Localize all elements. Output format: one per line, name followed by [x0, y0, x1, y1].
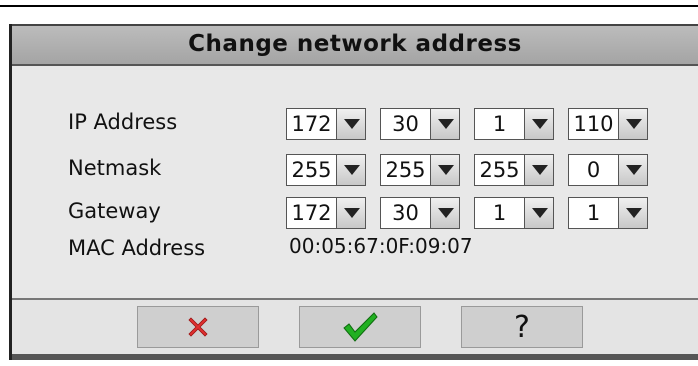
netmask-octet-1-value: 255	[286, 154, 336, 186]
ip-octet-1-value: 172	[286, 108, 336, 140]
netmask-octet-4-value: 0	[568, 154, 618, 186]
button-bar: ?	[12, 298, 698, 360]
help-icon: ?	[514, 309, 530, 345]
ip-octet-4-value: 110	[568, 108, 618, 140]
ip-octet-3-value: 1	[474, 108, 524, 140]
chevron-down-icon[interactable]	[618, 154, 648, 186]
mac-address-label: MAC Address	[68, 236, 206, 260]
netmask-octet-1-select[interactable]: 255	[286, 154, 366, 186]
gateway-octet-3-value: 1	[474, 197, 524, 229]
ip-octet-1-select[interactable]: 172	[286, 108, 366, 140]
top-rule	[0, 5, 698, 7]
chevron-down-icon[interactable]	[618, 108, 648, 140]
ip-octet-2-value: 30	[380, 108, 430, 140]
netmask-octet-3-value: 255	[474, 154, 524, 186]
ok-button[interactable]	[299, 306, 421, 348]
ip-octet-2-select[interactable]: 30	[380, 108, 460, 140]
netmask-octet-2-select[interactable]: 255	[380, 154, 460, 186]
gateway-label: Gateway	[68, 199, 161, 223]
change-network-dialog: Change network address IP Address 172 30…	[9, 24, 698, 360]
gateway-octet-4-value: 1	[568, 197, 618, 229]
netmask-label: Netmask	[68, 156, 162, 180]
footer-edge	[12, 354, 698, 360]
chevron-down-icon[interactable]	[336, 108, 366, 140]
chevron-down-icon[interactable]	[336, 154, 366, 186]
chevron-down-icon[interactable]	[430, 154, 460, 186]
chevron-down-icon[interactable]	[524, 197, 554, 229]
gateway-octet-3-select[interactable]: 1	[474, 197, 554, 229]
gateway-octet-2-select[interactable]: 30	[380, 197, 460, 229]
ip-address-label: IP Address	[68, 110, 178, 134]
gateway-octet-1-value: 172	[286, 197, 336, 229]
checkmark-icon	[343, 312, 378, 342]
chevron-down-icon[interactable]	[524, 154, 554, 186]
gateway-octet-2-value: 30	[380, 197, 430, 229]
ip-octet-4-select[interactable]: 110	[568, 108, 648, 140]
chevron-down-icon[interactable]	[524, 108, 554, 140]
chevron-down-icon[interactable]	[430, 197, 460, 229]
gateway-octet-1-select[interactable]: 172	[286, 197, 366, 229]
cancel-button[interactable]	[137, 306, 259, 348]
mac-address-value: 00:05:67:0F:09:07	[289, 234, 473, 258]
gateway-octet-4-select[interactable]: 1	[568, 197, 648, 229]
netmask-octet-3-select[interactable]: 255	[474, 154, 554, 186]
chevron-down-icon[interactable]	[336, 197, 366, 229]
netmask-octet-2-value: 255	[380, 154, 430, 186]
netmask-octet-4-select[interactable]: 0	[568, 154, 648, 186]
ip-octet-3-select[interactable]: 1	[474, 108, 554, 140]
help-button[interactable]: ?	[461, 306, 583, 348]
chevron-down-icon[interactable]	[430, 108, 460, 140]
cancel-x-icon	[188, 317, 208, 337]
dialog-title: Change network address	[12, 24, 698, 66]
chevron-down-icon[interactable]	[618, 197, 648, 229]
